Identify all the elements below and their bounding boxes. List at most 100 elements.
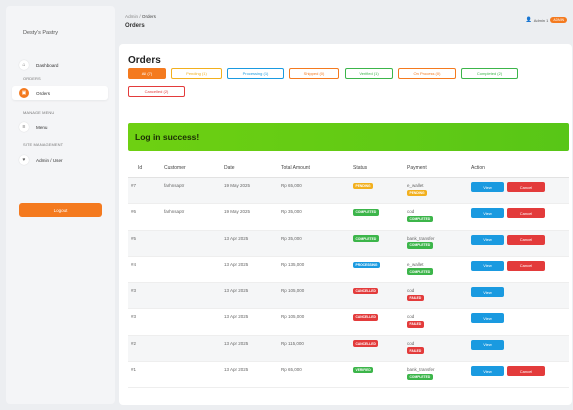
section-label-manage-menu: MANAGE MENU [23,110,55,115]
order-date: 13 Apr 2025 [224,367,249,373]
status-cell: CANCELLED [350,287,404,295]
section-label-orders: ORDERS [23,76,41,81]
order-total: Rp 105,000 [281,288,305,294]
order-total: Rp 65,000 [281,183,302,188]
table-row: #3 13 Apr 2025 Rp 105,000 CANCELLED cod FAILE… [128,283,569,310]
payment-method: cod [407,314,415,320]
payment-cell: cod FAILED [404,341,465,354]
sidebar-item-admin-user[interactable]: ♥ Admin / User [12,153,108,167]
action-cell: View Cancel [465,260,569,271]
order-customer: farhnsaptr [164,209,185,215]
header-customer: Customer [164,164,186,171]
payment-cell: cod FAILED [404,288,465,302]
filter-verified[interactable]: Verified (1) [345,68,393,79]
order-id: #4 [131,261,137,267]
order-id: #3 [131,288,137,294]
breadcrumb-separator: / [139,14,141,19]
home-icon: ⌂ [19,60,29,70]
user-menu[interactable]: 👤 Admin 1 ADMIN [525,17,567,23]
order-id: #6 [131,209,137,215]
cancel-button[interactable]: Cancel [507,208,545,219]
status-cell: CANCELLED [350,314,404,321]
filter-pending[interactable]: Pending (1) [171,68,222,79]
payment-status-badge: COMPLETED [407,268,433,275]
view-button[interactable]: View [471,234,504,245]
cancel-button[interactable]: Cancel [507,182,545,192]
filter-completed[interactable]: Completed (2) [461,68,518,79]
cancel-button[interactable]: Cancel [507,234,545,245]
header-payment: Payment [407,164,427,171]
order-id: #5 [131,235,137,241]
payment-cell: e_wallet PENDING [404,183,465,197]
success-alert: Log in success! [128,123,569,151]
payment-method: bank_transfer [407,367,435,373]
filter-all[interactable]: All (7) [128,68,166,79]
sidebar-item-menu[interactable]: ≡ Menu [12,120,108,134]
payment-status-badge: FAILED [407,320,424,328]
sidebar-item-orders[interactable]: ▣ Orders [12,86,108,100]
action-cell: View Cancel [465,366,569,377]
status-cell: COMPLETED [350,209,404,216]
status-cell: CANCELLED [350,340,404,348]
sidebar-item-label: Admin / User [36,157,63,163]
filter-on-process[interactable]: On Process (0) [398,68,456,79]
action-cell: View Cancel [465,234,569,245]
order-date: 13 Apr 2025 [224,235,249,241]
status-badge: COMPLETED [353,235,379,242]
payment-cell: e_wallet COMPLETED [404,262,465,275]
view-button[interactable]: View [471,287,504,298]
order-date: 13 Apr 2025 [224,340,249,346]
order-date: 19 May 2025 [224,209,251,215]
sidebar: Desty's Pastry ⌂ Dashboard ORDERS ▣ Orde… [6,6,115,404]
action-cell: View [465,287,569,298]
logout-button[interactable]: Logout [19,203,102,217]
payment-status-badge: COMPLETED [407,242,433,249]
table-row: #5 13 Apr 2025 Rp 35,000 COMPLETED bank_tran… [128,230,569,257]
table-row: #7 farhnsaptr 19 May 2025 Rp 65,000 PENDING e… [128,178,569,205]
order-id: #1 [131,367,137,373]
view-button[interactable]: View [471,339,504,350]
filter-processing[interactable]: Processing (1) [227,68,284,79]
status-badge: PROCESSING [353,261,380,269]
role-badge: ADMIN [550,17,567,23]
cancel-button[interactable]: Cancel [507,260,545,271]
users-icon: ♥ [19,155,29,165]
breadcrumb-current: Orders [141,14,156,19]
order-total: Rp 115,000 [281,340,304,346]
status-cell: PROCESSING [350,261,404,269]
status-cell: VERIFIED [350,366,404,374]
status-cell: PENDING [350,182,404,190]
sidebar-item-dashboard[interactable]: ⌂ Dashboard [12,58,108,72]
view-button[interactable]: View [471,260,504,271]
view-button[interactable]: View [471,208,504,219]
payment-method: cod [407,209,415,215]
filter-cancelled[interactable]: Cancelled (2) [128,86,185,97]
menu-icon: ≡ [19,122,29,132]
order-total: Rp 65,000 [281,367,302,373]
order-id: #3 [131,314,137,320]
payment-status-badge: FAILED [407,347,424,354]
table-row: #4 13 Apr 2025 Rp 135,000 PROCESSING e_walle… [128,257,569,284]
cancel-button[interactable]: Cancel [507,366,545,377]
breadcrumb-root[interactable]: Admin [125,14,138,19]
payment-cell: cod FAILED [404,314,465,328]
filter-shipped[interactable]: Shipped (0) [289,68,339,79]
view-button[interactable]: View [471,313,504,324]
order-date: 13 Apr 2025 [224,314,249,320]
orders-table: Id Customer Date Total Amount Status Pay… [128,158,569,389]
view-button[interactable]: View [471,366,504,377]
header-date: Date [224,164,235,171]
order-total: Rp 105,000 [281,314,305,320]
payment-status-badge: COMPLETED [407,373,433,381]
payment-method: bank_transfer [407,235,435,241]
payment-status-badge: COMPLETED [407,215,433,223]
status-badge: COMPLETED [353,209,379,216]
order-total: Rp 135,000 [281,261,305,267]
header-action: Action [471,164,485,171]
header-total: Total Amount [281,164,310,171]
order-date: 13 Apr 2025 [224,261,249,267]
view-button[interactable]: View [471,182,504,192]
order-total: Rp 35,000 [281,235,302,241]
status-badge: PENDING [353,182,374,190]
order-date: 19 May 2025 [224,183,251,188]
